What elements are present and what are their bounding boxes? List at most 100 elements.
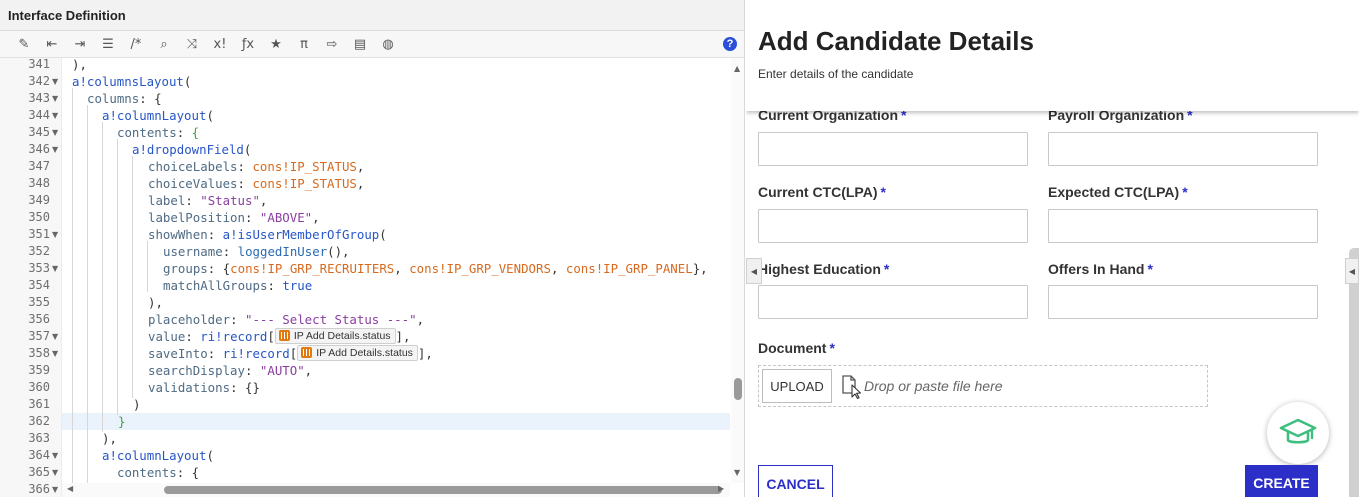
required-marker: *: [880, 184, 886, 200]
offers-in-hand-label: Offers In Hand *: [1048, 261, 1153, 277]
code-line: contents: {: [117, 465, 200, 480]
fold-arrow-icon[interactable]: ▼: [52, 90, 58, 107]
line-number: 344: [28, 108, 50, 122]
collapse-right-icon[interactable]: ◀: [1345, 258, 1359, 284]
fold-arrow-icon[interactable]: ▼: [52, 141, 58, 158]
fold-arrow-icon[interactable]: ▼: [52, 260, 58, 277]
interface-definition-pane: Interface Definition ✎ ⇤ ⇥ ☰ /* ⌕ ⤨ x! ƒ…: [0, 0, 745, 497]
line-number: 355: [28, 295, 50, 309]
code-line: label: "Status",: [148, 193, 268, 208]
code-line: contents: {: [117, 125, 200, 140]
indent-guide: [72, 88, 73, 483]
create-button[interactable]: CREATE: [1245, 465, 1318, 497]
scroll-left-icon[interactable]: ◀: [67, 484, 73, 493]
line-number-gutter: 341 342 ▼ 343 ▼ 344 ▼ 345 ▼ 346 ▼ 347 34…: [0, 57, 62, 497]
upload-button[interactable]: UPLOAD: [762, 369, 832, 403]
highest-education-label: Highest Education *: [758, 261, 890, 277]
line-number: 342: [28, 74, 50, 88]
code-line: choiceLabels: cons!IP_STATUS,: [148, 159, 365, 174]
fold-arrow-icon[interactable]: ▼: [52, 328, 58, 345]
fold-arrow-icon[interactable]: ▼: [52, 226, 58, 243]
fold-arrow-icon[interactable]: ▼: [52, 464, 58, 481]
cancel-button[interactable]: CANCEL: [758, 465, 833, 497]
payroll-organization-input[interactable]: [1048, 132, 1318, 166]
code-line: groups: {cons!IP_GRP_RECRUITERS, cons!IP…: [163, 261, 708, 276]
scroll-right-icon[interactable]: ▶: [718, 484, 724, 493]
outdent-icon[interactable]: ⇤: [38, 33, 66, 55]
line-number: 343: [28, 91, 50, 105]
scroll-down-icon[interactable]: ▼: [734, 468, 740, 477]
fold-arrow-icon[interactable]: ▼: [52, 481, 58, 497]
fold-arrow-icon[interactable]: ▼: [52, 107, 58, 124]
line-number: 352: [28, 244, 50, 258]
indent-icon[interactable]: ⇥: [66, 33, 94, 55]
drop-hint-text: Drop or paste file here: [864, 378, 1003, 394]
code-line: saveInto: ri!record[IP Add Details.statu…: [148, 345, 433, 361]
required-marker: *: [1147, 261, 1153, 277]
page-title: Add Candidate Details: [758, 26, 1034, 56]
line-number: 353: [28, 261, 50, 275]
graduation-cap-icon: [1279, 418, 1317, 444]
editor-vertical-scrollbar[interactable]: ▲ ▼: [731, 58, 744, 483]
fold-arrow-icon[interactable]: ▼: [52, 73, 58, 90]
current-line-highlight: [62, 413, 730, 430]
comment-icon[interactable]: /*: [122, 33, 150, 55]
code-editor[interactable]: 341 342 ▼ 343 ▼ 344 ▼ 345 ▼ 346 ▼ 347 34…: [0, 57, 744, 497]
pi-icon[interactable]: π: [290, 33, 318, 55]
scroll-up-icon[interactable]: ▲: [734, 64, 740, 73]
offers-in-hand-input[interactable]: [1048, 285, 1318, 319]
indent-guide: [87, 105, 88, 483]
line-number: 341: [28, 57, 50, 71]
line-number: 362: [28, 414, 50, 428]
expected-ctc-input[interactable]: [1048, 209, 1318, 243]
token-label: IP Add Details.status: [293, 330, 391, 342]
code-line: ),: [148, 295, 163, 310]
help-icon[interactable]: ?: [723, 37, 737, 51]
fold-arrow-icon[interactable]: ▼: [52, 345, 58, 362]
form-header: Add Candidate Details Enter details of t…: [746, 0, 1359, 111]
code-line: ),: [72, 58, 87, 72]
page-subtitle: Enter details of the candidate: [758, 67, 914, 81]
rules-icon[interactable]: ▤: [346, 33, 374, 55]
scroll-thumb[interactable]: [734, 378, 742, 400]
factorial-icon[interactable]: x!: [206, 33, 234, 55]
required-marker: *: [1182, 184, 1188, 200]
form-preview-pane: Add Candidate Details Enter details of t…: [746, 0, 1359, 497]
graduation-cap-badge[interactable]: [1267, 402, 1329, 464]
scroll-thumb[interactable]: [164, 486, 722, 494]
function-icon[interactable]: ƒx: [234, 33, 262, 55]
line-number: 346: [28, 142, 50, 156]
record-type-icon: [301, 347, 313, 358]
search-icon[interactable]: ⌕: [150, 33, 178, 55]
record-field-token[interactable]: IP Add Details.status: [297, 345, 418, 361]
line-number: 359: [28, 363, 50, 377]
document-drop-zone[interactable]: UPLOAD Drop or paste file here: [758, 365, 1208, 407]
code-line: username: loggedInUser(),: [163, 244, 350, 259]
code-line: labelPosition: "ABOVE",: [148, 210, 320, 225]
magic-wand-icon[interactable]: ✎: [10, 33, 38, 55]
fold-arrow-icon[interactable]: ▼: [52, 447, 58, 464]
required-marker: *: [829, 340, 835, 356]
export-icon[interactable]: ⇨: [318, 33, 346, 55]
code-area[interactable]: ), a!columnsLayout( columns: { a!columnL…: [62, 58, 730, 483]
star-icon[interactable]: ★: [262, 33, 290, 55]
format-icon[interactable]: ☰: [94, 33, 122, 55]
current-organization-input[interactable]: [758, 132, 1028, 166]
code-line: }: [118, 414, 126, 429]
fold-arrow-icon[interactable]: ▼: [52, 124, 58, 141]
collapse-left-icon[interactable]: ◀: [746, 258, 762, 284]
line-number: 363: [28, 431, 50, 445]
record-field-token[interactable]: IP Add Details.status: [274, 328, 396, 344]
code-line: matchAllGroups: true: [163, 278, 313, 293]
globe-icon[interactable]: ◍: [374, 33, 402, 55]
current-ctc-input[interactable]: [758, 209, 1028, 243]
token-label: IP Add Details.status: [316, 347, 413, 359]
indent-guide: [117, 139, 118, 415]
code-line: placeholder: "--- Select Status ---",: [148, 312, 425, 327]
editor-horizontal-scrollbar[interactable]: ◀ ▶: [62, 483, 730, 497]
form-vertical-scrollbar[interactable]: [1349, 248, 1359, 497]
line-number: 360: [28, 380, 50, 394]
shuffle-icon[interactable]: ⤨: [178, 33, 206, 55]
code-line: a!columnsLayout(: [72, 74, 192, 89]
highest-education-input[interactable]: [758, 285, 1028, 319]
